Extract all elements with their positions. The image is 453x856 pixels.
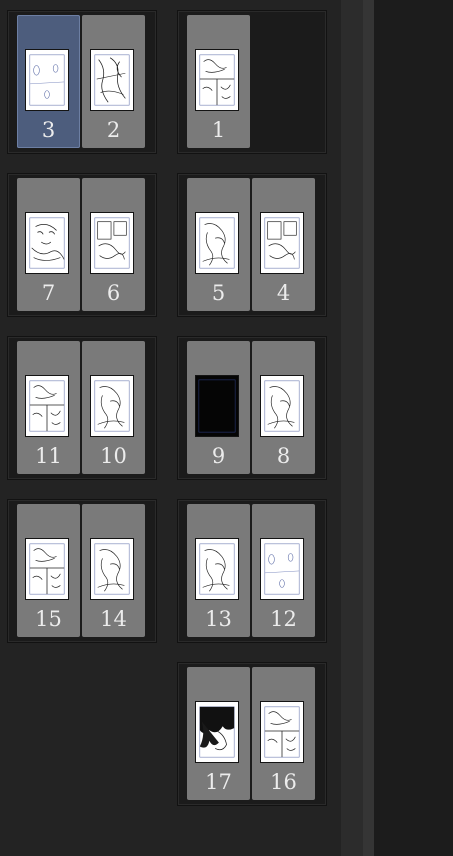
page-7-thumbnail <box>25 212 69 274</box>
page-14-thumbnail <box>90 538 134 600</box>
page-13-thumbnail-art <box>199 543 235 595</box>
page-17-thumbnail-art <box>199 706 235 758</box>
page-15-number: 15 <box>35 607 62 631</box>
page-manager: 3 2 1 7 6 5 4 11 10 9 8 15 14 13 12 17 1… <box>0 0 453 856</box>
page-2-thumbnail <box>90 49 134 111</box>
page-16-thumbnail-art <box>264 706 300 758</box>
page-2-number: 2 <box>106 118 121 142</box>
page-16[interactable]: 16 <box>252 667 315 800</box>
page-13-thumbnail <box>195 538 239 600</box>
page-17[interactable]: 17 <box>187 667 250 800</box>
page-9-thumbnail <box>195 375 239 437</box>
page-6[interactable]: 6 <box>82 178 145 311</box>
page-3-thumbnail <box>25 49 69 111</box>
page-16-thumbnail <box>260 701 304 763</box>
page-14-number: 14 <box>100 607 127 631</box>
page-1-thumbnail-art <box>199 54 235 106</box>
page-thumbnails-pane[interactable]: 3 2 1 7 6 5 4 11 10 9 8 15 14 13 12 17 1… <box>0 0 341 856</box>
page-4-thumbnail-art <box>264 217 300 269</box>
page-15-thumbnail-art <box>29 543 65 595</box>
page-13-number: 13 <box>205 607 232 631</box>
page-2-thumbnail-art <box>94 54 130 106</box>
spread-3-2: 3 2 <box>7 10 157 154</box>
page-12-thumbnail-art <box>264 543 300 595</box>
page-8-thumbnail <box>260 375 304 437</box>
spread-1: 1 <box>177 10 327 154</box>
page-11-thumbnail-art <box>29 380 65 432</box>
page-5[interactable]: 5 <box>187 178 250 311</box>
scrollbar-track[interactable] <box>363 0 374 856</box>
page-11-number: 11 <box>35 444 62 468</box>
page-6-thumbnail <box>90 212 134 274</box>
page-7-thumbnail-art <box>29 217 65 269</box>
page-5-number: 5 <box>211 281 226 305</box>
canvas-area <box>374 0 453 856</box>
page-12-number: 12 <box>270 607 297 631</box>
spread-17-16: 17 16 <box>177 662 327 806</box>
page-14-thumbnail-art <box>94 543 130 595</box>
spread-5-4: 5 4 <box>177 173 327 317</box>
page-9-number: 9 <box>211 444 226 468</box>
page-8[interactable]: 8 <box>252 341 315 474</box>
page-12[interactable]: 12 <box>252 504 315 637</box>
page-8-number: 8 <box>276 444 291 468</box>
spread-7-6: 7 6 <box>7 173 157 317</box>
page-17-thumbnail <box>195 701 239 763</box>
page-16-number: 16 <box>270 770 297 794</box>
page-6-number: 6 <box>106 281 121 305</box>
page-2[interactable]: 2 <box>82 15 145 148</box>
spread-15-14: 15 14 <box>7 499 157 643</box>
page-15-thumbnail <box>25 538 69 600</box>
page-5-thumbnail <box>195 212 239 274</box>
spread-11-10: 11 10 <box>7 336 157 480</box>
page-4-thumbnail <box>260 212 304 274</box>
page-10-thumbnail-art <box>94 380 130 432</box>
panel-splitter[interactable] <box>341 0 363 856</box>
page-3-number: 3 <box>41 118 56 142</box>
page-13[interactable]: 13 <box>187 504 250 637</box>
page-7[interactable]: 7 <box>17 178 80 311</box>
page-9-thumbnail-art <box>196 376 238 436</box>
page-1-number: 1 <box>211 118 226 142</box>
spread-13-12: 13 12 <box>177 499 327 643</box>
page-10-number: 10 <box>100 444 127 468</box>
page-1[interactable]: 1 <box>187 15 250 148</box>
page-9[interactable]: 9 <box>187 341 250 474</box>
page-3-thumbnail-art <box>29 54 65 106</box>
page-7-number: 7 <box>41 281 56 305</box>
page-4[interactable]: 4 <box>252 178 315 311</box>
page-10[interactable]: 10 <box>82 341 145 474</box>
spread-9-8: 9 8 <box>177 336 327 480</box>
page-3[interactable]: 3 <box>17 15 80 148</box>
page-1-thumbnail <box>195 49 239 111</box>
page-10-thumbnail <box>90 375 134 437</box>
page-6-thumbnail-art <box>94 217 130 269</box>
page-15[interactable]: 15 <box>17 504 80 637</box>
page-11[interactable]: 11 <box>17 341 80 474</box>
page-4-number: 4 <box>276 281 291 305</box>
page-5-thumbnail-art <box>199 217 235 269</box>
page-12-thumbnail <box>260 538 304 600</box>
page-14[interactable]: 14 <box>82 504 145 637</box>
page-8-thumbnail-art <box>264 380 300 432</box>
page-17-number: 17 <box>205 770 232 794</box>
page-11-thumbnail <box>25 375 69 437</box>
